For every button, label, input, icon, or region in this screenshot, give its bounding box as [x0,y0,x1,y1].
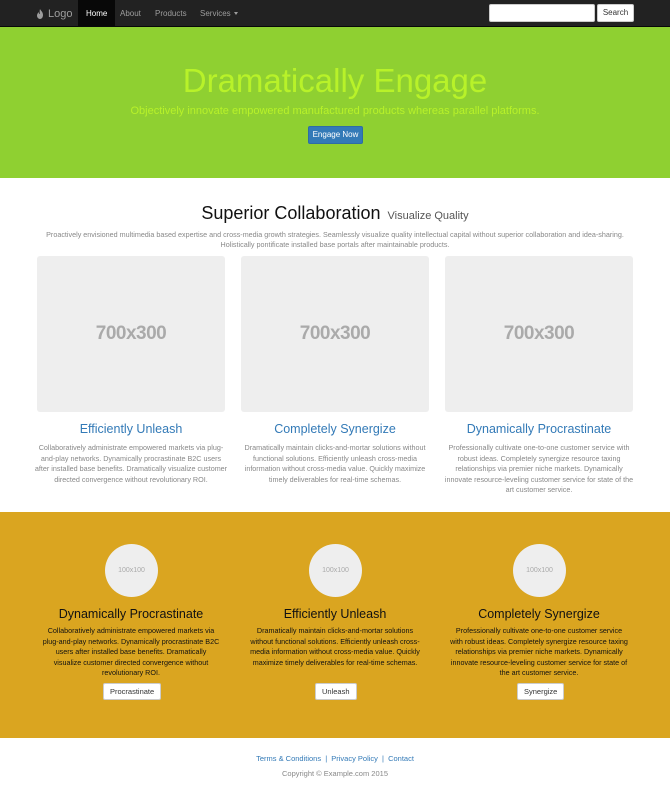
feature-title[interactable]: Dynamically Procrastinate [442,422,636,436]
section-heading: Superior Collaboration Visualize Quality [0,203,670,224]
image-size-label: 700x300 [503,323,575,344]
section-lead: Proactively envisioned multimedia based … [46,230,624,249]
search-button[interactable]: Search [597,4,634,22]
image-size-label: 700x300 [95,323,167,344]
brand-label: Logo [48,7,73,20]
synergize-button[interactable]: Synergize [517,683,565,700]
terms-link[interactable]: Terms & Conditions [256,754,321,763]
section-heading-small: Visualize Quality [387,210,469,222]
engage-now-button[interactable]: Engage Now [308,126,363,144]
procrastinate-button[interactable]: Procrastinate [103,683,162,700]
gold-card-text: Collaboratively administrate empowered m… [42,626,220,677]
feature-title[interactable]: Efficiently Unleash [34,422,228,436]
feature-description: Collaboratively administrate empowered m… [34,443,228,484]
circle-image-placeholder: 100x100 [513,544,566,597]
feature-image-placeholder: 700x300 [445,256,633,412]
nav-about-label: About [120,9,141,18]
nav-services-label: Services [200,9,231,18]
footer-links: Terms & Conditions | Privacy Policy | Co… [0,754,670,763]
feature-title[interactable]: Completely Synergize [238,422,432,436]
gold-card-text: Professionally cultivate one-to-one cust… [450,626,628,677]
gold-card-title: Completely Synergize [478,607,600,621]
search-input[interactable] [489,4,595,22]
caret-down-icon [233,12,238,16]
feature-description: Professionally cultivate one-to-one cust… [444,443,634,494]
feature-image-placeholder: 700x300 [241,256,429,412]
brand-logo[interactable]: Logo [36,0,72,27]
gold-card-title: Efficiently Unleash [283,607,387,621]
feature-description: Dramatically maintain clicks-and-mortar … [244,443,426,484]
hero-title: Dramatically Engage [182,62,488,99]
flame-icon [37,8,43,19]
nav-about[interactable]: About [112,0,149,27]
footer-separator: | [382,754,384,763]
nav-services-dropdown[interactable]: Services [192,0,246,27]
nav-home[interactable]: Home [78,0,116,27]
feature-image-placeholder: 700x300 [37,256,225,412]
contact-link[interactable]: Contact [388,754,414,763]
unleash-button[interactable]: Unleash [315,683,357,700]
image-size-label: 100x100 [526,567,553,574]
nav-products-label: Products [155,9,187,18]
circle-image-placeholder: 100x100 [309,544,362,597]
navbar: Logo Home About Products Services Search [0,0,670,27]
gold-card-title: Dynamically Procrastinate [58,607,204,621]
copyright-text: Copyright © Example.com 2015 [282,769,388,778]
privacy-link[interactable]: Privacy Policy [331,754,378,763]
nav-home-label: Home [86,9,108,18]
gold-card-text: Dramatically maintain clicks-and-mortar … [250,626,420,667]
section-heading-main: Superior Collaboration [201,203,381,223]
hero-subtitle: Objectively innovate empowered manufactu… [130,105,540,117]
footer-separator: | [325,754,328,763]
hero-banner: Dramatically Engage Objectively innovate… [0,27,670,178]
circle-image-placeholder: 100x100 [105,544,158,597]
nav-products[interactable]: Products [147,0,195,27]
image-size-label: 700x300 [299,323,371,344]
image-size-label: 100x100 [322,567,349,574]
gold-section: 100x100 100x100 100x100 Dynamically Proc… [0,512,670,738]
image-size-label: 100x100 [118,567,145,574]
